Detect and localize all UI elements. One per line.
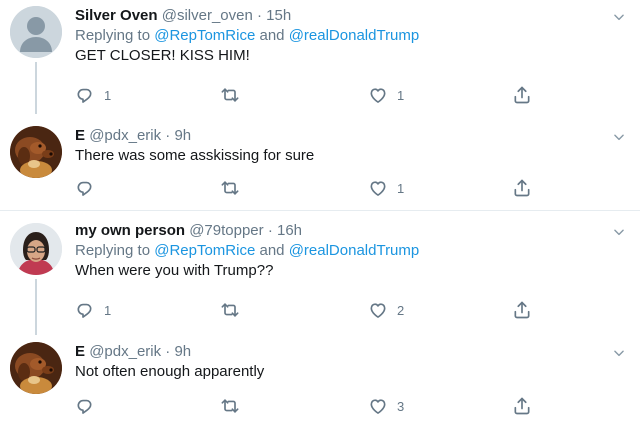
like-icon — [368, 178, 388, 198]
reply-button[interactable]: 1 — [75, 85, 111, 105]
avatar[interactable] — [10, 342, 62, 394]
chevron-down-icon[interactable] — [612, 10, 626, 24]
reply-icon — [75, 178, 95, 198]
reply-icon — [75, 85, 95, 105]
avatar[interactable] — [10, 223, 62, 275]
share-button[interactable] — [512, 178, 532, 198]
person-avatar-icon — [10, 223, 62, 275]
share-icon — [512, 396, 532, 416]
retweet-icon — [220, 178, 240, 198]
mention-link[interactable]: @RepTomRice — [154, 27, 255, 44]
like-count: 1 — [397, 87, 405, 103]
default-avatar-icon — [10, 6, 62, 58]
mention-link[interactable]: @RepTomRice — [154, 242, 255, 259]
avatar[interactable] — [10, 6, 62, 58]
replying-to: Replying to @RepTomRice and @realDonaldT… — [75, 26, 600, 46]
author-name[interactable]: Silver Oven — [75, 7, 158, 24]
tweet-text: GET CLOSER! KISS HIM! — [75, 47, 250, 64]
like-count: 3 — [397, 398, 405, 414]
timestamp[interactable]: 16h — [277, 222, 302, 239]
avatar[interactable] — [10, 126, 62, 178]
author-handle[interactable]: @silver_oven — [162, 7, 253, 24]
tweet-text: Not often enough apparently — [75, 363, 265, 380]
like-icon — [368, 85, 388, 105]
author-name[interactable]: E — [75, 343, 85, 360]
retweet-button[interactable] — [220, 300, 249, 320]
author-handle[interactable]: @79topper — [189, 222, 263, 239]
replying-to: Replying to @RepTomRice and @realDonaldT… — [75, 241, 600, 261]
replying-to-label: Replying to — [75, 242, 151, 259]
share-button[interactable] — [512, 396, 532, 416]
share-icon — [512, 85, 532, 105]
thread-line — [35, 62, 37, 114]
author-name[interactable]: E — [75, 127, 85, 144]
tweet-actions: 1 1 — [75, 85, 595, 105]
like-icon — [368, 300, 388, 320]
chevron-down-icon[interactable] — [612, 225, 626, 239]
tweet-text: There was some asskissing for sure — [75, 147, 315, 164]
author-name[interactable]: my own person — [75, 222, 185, 239]
tweet-actions: 1 2 — [75, 300, 595, 320]
reply-button[interactable] — [75, 396, 104, 416]
retweet-button[interactable] — [220, 178, 249, 198]
tweet[interactable]: Silver Oven @silver_oven · 15h Replying … — [0, 0, 640, 114]
tweet-actions: 1 — [75, 178, 595, 198]
timestamp[interactable]: 9h — [174, 127, 191, 144]
separator: · — [267, 222, 273, 239]
like-count: 1 — [397, 180, 405, 196]
retweet-icon — [220, 396, 240, 416]
like-button[interactable]: 3 — [368, 396, 404, 416]
chevron-down-icon[interactable] — [612, 130, 626, 144]
like-count: 2 — [397, 302, 405, 318]
like-icon — [368, 396, 388, 416]
replying-to-and: and — [259, 242, 285, 259]
separator: · — [165, 127, 171, 144]
reply-icon — [75, 300, 95, 320]
tweet[interactable]: E @pdx_erik · 9h There was some asskissi… — [0, 112, 640, 210]
reply-button[interactable]: 1 — [75, 300, 111, 320]
like-button[interactable]: 1 — [368, 85, 404, 105]
separator: · — [165, 343, 171, 360]
separator: · — [257, 7, 262, 24]
thread-line — [35, 279, 37, 335]
share-icon — [512, 300, 532, 320]
share-button[interactable] — [512, 300, 532, 320]
share-icon — [512, 178, 532, 198]
retweet-button[interactable] — [220, 396, 249, 416]
replying-to-label: Replying to — [75, 27, 151, 44]
reply-count: 1 — [104, 87, 112, 103]
mention-link[interactable]: @realDonaldTrump — [289, 27, 420, 44]
reply-button[interactable] — [75, 178, 104, 198]
reply-icon — [75, 396, 95, 416]
tweet-actions: 3 — [75, 396, 595, 416]
tweet-thread: Silver Oven @silver_oven · 15h Replying … — [0, 0, 640, 430]
like-button[interactable]: 2 — [368, 300, 404, 320]
retweet-button[interactable] — [220, 85, 249, 105]
like-button[interactable]: 1 — [368, 178, 404, 198]
reply-count: 1 — [104, 302, 112, 318]
tweet[interactable]: my own person @79topper · 16h Replying t… — [0, 211, 640, 335]
tweet[interactable]: E @pdx_erik · 9h Not often enough appare… — [0, 330, 640, 430]
author-handle[interactable]: @pdx_erik — [89, 127, 161, 144]
timestamp[interactable]: 9h — [174, 343, 191, 360]
share-button[interactable] — [512, 85, 532, 105]
mention-link[interactable]: @realDonaldTrump — [289, 242, 420, 259]
replying-to-and: and — [259, 27, 285, 44]
dog-avatar-icon — [10, 342, 62, 394]
chevron-down-icon[interactable] — [612, 346, 626, 360]
author-handle[interactable]: @pdx_erik — [89, 343, 161, 360]
tweet-text: When were you with Trump?? — [75, 262, 274, 279]
timestamp[interactable]: 15h — [266, 7, 291, 24]
retweet-icon — [220, 85, 240, 105]
retweet-icon — [220, 300, 240, 320]
dog-avatar-icon — [10, 126, 62, 178]
